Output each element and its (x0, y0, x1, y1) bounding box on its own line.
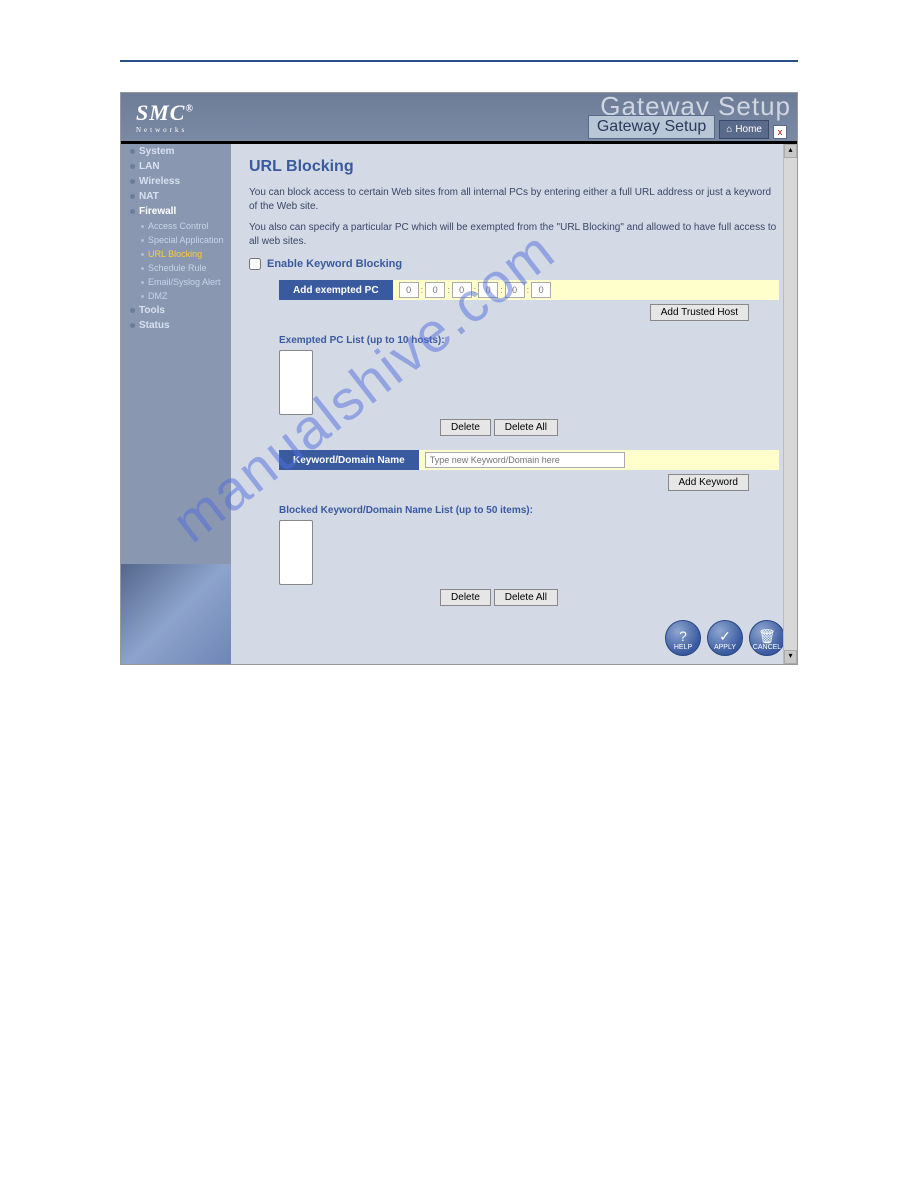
sidebar-item-special-app[interactable]: Special Application (121, 233, 231, 247)
exempted-list-label: Exempted PC List (up to 10 hosts): (279, 335, 779, 346)
sidebar-item-schedule[interactable]: Schedule Rule (121, 261, 231, 275)
delete-all-blocked-button[interactable]: Delete All (494, 589, 558, 606)
keyword-input[interactable] (425, 452, 625, 468)
apply-label: APPLY (714, 644, 736, 651)
cancel-button[interactable]: 🗑 CANCEL (749, 620, 785, 656)
add-trusted-row: Add Trusted Host (249, 304, 749, 321)
round-button-row: ? HELP ✓ APPLY 🗑 CANCEL (665, 620, 785, 656)
gateway-title: Gateway Setup (588, 115, 715, 139)
header-right: Gateway Setup ⌂ Home x (588, 115, 787, 139)
router-body: System LAN Wireless NAT Firewall Access … (121, 144, 797, 664)
scrollbar[interactable]: ▴ ▾ (783, 144, 797, 664)
delete-exempted-button[interactable]: Delete (440, 419, 491, 436)
blocked-actions: Delete Delete All (249, 589, 749, 606)
blocked-list-label: Blocked Keyword/Domain Name List (up to … (279, 505, 779, 516)
delete-blocked-button[interactable]: Delete (440, 589, 491, 606)
add-exempted-label: Add exempted PC (279, 280, 393, 300)
sidebar-item-wireless[interactable]: Wireless (121, 174, 231, 189)
mac-1[interactable] (399, 282, 419, 298)
logo-text: SMC (136, 100, 185, 125)
add-keyword-button[interactable]: Add Keyword (668, 474, 749, 491)
apply-button[interactable]: ✓ APPLY (707, 620, 743, 656)
cancel-label: CANCEL (753, 644, 781, 651)
enable-keyword-checkbox[interactable] (249, 258, 261, 270)
sidebar-item-firewall[interactable]: Firewall (121, 204, 231, 219)
enable-keyword-label: Enable Keyword Blocking (267, 258, 402, 270)
home-label: Home (735, 124, 762, 135)
scroll-up-icon[interactable]: ▴ (784, 144, 797, 158)
home-button[interactable]: ⌂ Home (719, 120, 769, 139)
sidebar-item-url-blocking[interactable]: URL Blocking (121, 247, 231, 261)
mac-6[interactable] (531, 282, 551, 298)
logout-icon: x (778, 127, 783, 137)
smc-logo: SMC® Networks (121, 100, 194, 134)
add-exempted-bar: Add exempted PC : : : : : (279, 280, 779, 300)
router-screenshot: SMC® Networks Gateway Setup Gateway Setu… (120, 92, 798, 665)
scroll-down-icon[interactable]: ▾ (784, 650, 797, 664)
logo-sub: Networks (136, 126, 194, 134)
logout-button[interactable]: x (773, 125, 787, 139)
add-trusted-button[interactable]: Add Trusted Host (650, 304, 749, 321)
sidebar-item-dmz[interactable]: DMZ (121, 289, 231, 303)
keyword-label: Keyword/Domain Name (279, 450, 419, 470)
add-keyword-row: Add Keyword (249, 474, 749, 491)
help-label: HELP (674, 644, 692, 651)
apply-icon: ✓ (719, 629, 731, 643)
intro-text-2: You also can specify a particular PC whi… (249, 221, 779, 248)
router-header: SMC® Networks Gateway Setup Gateway Setu… (121, 93, 797, 141)
sidebar-item-status[interactable]: Status (121, 318, 231, 333)
enable-row: Enable Keyword Blocking (249, 258, 779, 270)
keyword-bar: Keyword/Domain Name (279, 450, 779, 470)
sidebar-item-tools[interactable]: Tools (121, 303, 231, 318)
delete-all-exempted-button[interactable]: Delete All (494, 419, 558, 436)
page-rule (120, 60, 798, 62)
mac-inputs: : : : : : (393, 280, 779, 300)
exempted-actions: Delete Delete All (249, 419, 749, 436)
sidebar-illustration (121, 564, 231, 664)
home-icon: ⌂ (726, 124, 732, 135)
sidebar-item-email-alert[interactable]: Email/Syslog Alert (121, 275, 231, 289)
page-title: URL Blocking (249, 158, 779, 176)
sidebar-item-nat[interactable]: NAT (121, 189, 231, 204)
mac-4[interactable] (478, 282, 498, 298)
sidebar-item-access-control[interactable]: Access Control (121, 219, 231, 233)
cancel-icon: 🗑 (758, 629, 776, 643)
help-button[interactable]: ? HELP (665, 620, 701, 656)
keyword-inputs (419, 450, 779, 470)
help-icon: ? (679, 629, 687, 643)
blocked-listbox[interactable] (279, 520, 313, 585)
sidebar: System LAN Wireless NAT Firewall Access … (121, 144, 231, 664)
main-content: URL Blocking You can block access to cer… (231, 144, 797, 664)
sidebar-item-system[interactable]: System (121, 144, 231, 159)
intro-text-1: You can block access to certain Web site… (249, 186, 779, 213)
mac-3[interactable] (452, 282, 472, 298)
mac-5[interactable] (505, 282, 525, 298)
exempted-listbox[interactable] (279, 350, 313, 415)
logo-reg: ® (185, 104, 193, 115)
mac-2[interactable] (425, 282, 445, 298)
sidebar-item-lan[interactable]: LAN (121, 159, 231, 174)
